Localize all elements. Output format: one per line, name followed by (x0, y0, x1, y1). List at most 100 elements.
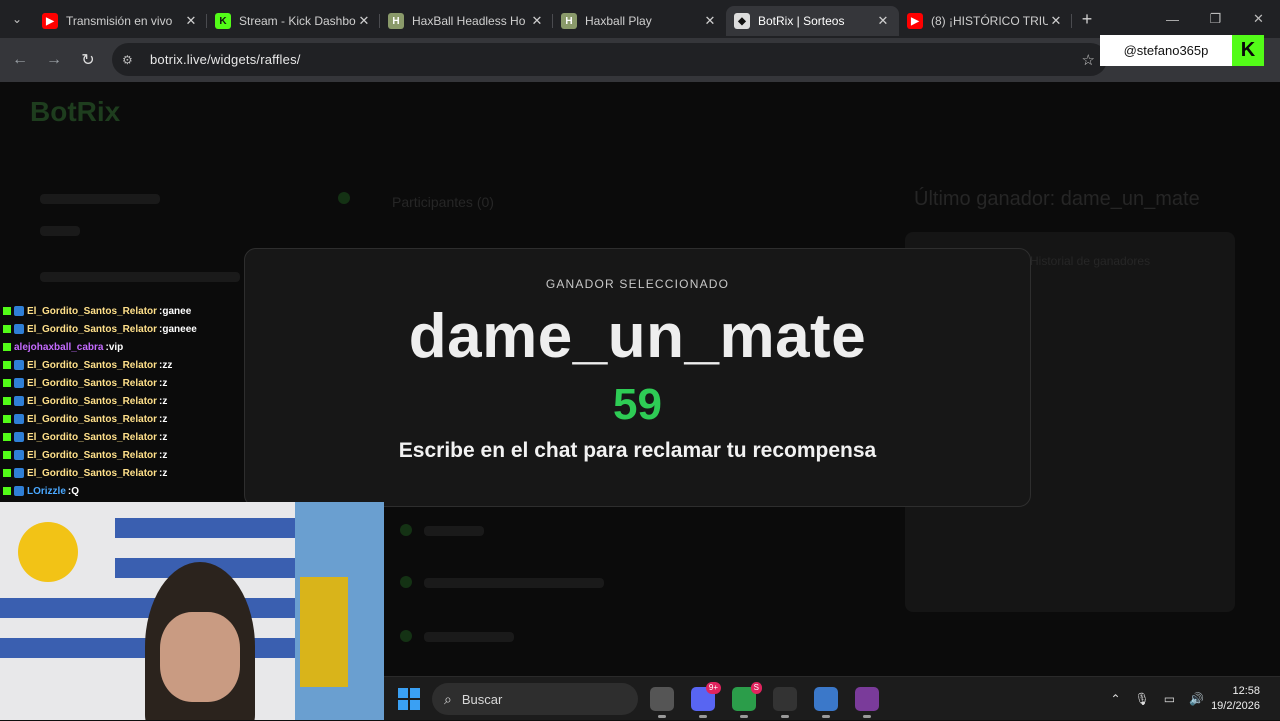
chat-text: ganeee (162, 323, 197, 335)
address-bar[interactable]: ⚙ botrix.live/widgets/raffles/ ☆ (112, 43, 1107, 76)
webcam-feed (0, 502, 384, 720)
bookmark-star-icon[interactable]: ☆ (1082, 51, 1095, 69)
flag-stripe (115, 518, 300, 538)
site-info-icon[interactable]: ⚙ (122, 53, 138, 67)
youtube-icon: ▶ (907, 13, 923, 29)
notepad-icon[interactable] (814, 687, 838, 711)
taskbar-search[interactable]: ⌕ Buscar (432, 683, 638, 715)
microphone-icon[interactable]: 🎙 (1135, 692, 1150, 706)
subscriber-badge-icon (14, 378, 24, 388)
clock[interactable]: 12:58 19/2/2026 (1211, 684, 1260, 714)
subscriber-badge-icon (14, 486, 24, 496)
tab-title: Stream - Kick Dashbo (239, 14, 356, 28)
chat-message: El_Gordito_Santos_Relator: z (0, 410, 260, 428)
subscriber-badge-icon (14, 468, 24, 478)
notification-badge: S (750, 682, 762, 694)
tab-strip: ⌄ ▶ Transmisión en vivo ✕ K Stream - Kick Da… (0, 0, 1280, 38)
chat-username: El_Gordito_Santos_Relator (27, 467, 158, 479)
sun-of-may (18, 522, 78, 582)
claim-instruction: Escribe en el chat para reclamar tu reco… (398, 439, 877, 462)
ghost-line (424, 632, 514, 642)
close-tab-icon[interactable]: ✕ (529, 13, 545, 29)
kick-badge-icon (3, 361, 11, 369)
close-tab-icon[interactable]: ✕ (702, 13, 718, 29)
kick-icon: K (215, 13, 231, 29)
stream-chat-overlay: El_Gordito_Santos_Relator: ganee El_Gordi… (0, 302, 260, 500)
tab-search-button[interactable]: ⌄ (0, 0, 34, 38)
browser-tab[interactable]: H HaxBall Headless Ho ✕ (380, 6, 553, 36)
network-icon[interactable]: ▭ (1164, 692, 1175, 706)
tab-title: (8) ¡HISTÓRICO TRIU (931, 14, 1048, 28)
kick-badge-icon (3, 487, 11, 495)
chat-message: El_Gordito_Santos_Relator: z (0, 464, 260, 482)
chat-message: El_Gordito_Santos_Relator: ganeee (0, 320, 260, 338)
notification-badge: 9+ (705, 682, 721, 694)
close-tab-icon[interactable]: ✕ (875, 13, 891, 29)
discord-icon[interactable]: 9+ (691, 682, 721, 711)
start-button[interactable] (398, 688, 420, 710)
winner-selected-label: GANADOR SELECCIONADO (545, 277, 730, 291)
subscriber-badge-icon (14, 306, 24, 316)
chat-text: z (162, 377, 168, 389)
kick-badge-icon (3, 397, 11, 405)
restore-button[interactable]: ❐ (1194, 0, 1237, 38)
ghost-line (40, 194, 160, 204)
windows-taskbar: ⌕ Buscar 9+ S ⌃ 🎙 ▭ 🔊 12:58 19/2/2026 (384, 676, 1280, 720)
close-tab-icon[interactable]: ✕ (183, 13, 199, 29)
browser-toolbar: ← → ↻ ⚙ botrix.live/widgets/raffles/ ☆ (0, 38, 1280, 82)
back-button[interactable]: ← (3, 51, 37, 69)
kick-badge-icon (3, 325, 11, 333)
clock-date: 19/2/2026 (1211, 700, 1260, 712)
ghost-dot (338, 192, 350, 204)
youtube-icon: ▶ (42, 13, 58, 29)
file-explorer-icon[interactable] (650, 687, 674, 711)
kick-badge-icon (3, 469, 11, 477)
game-icon[interactable] (855, 687, 879, 711)
chat-text: vip (108, 341, 124, 353)
kick-badge-icon (3, 343, 11, 351)
subscriber-badge-icon (14, 396, 24, 406)
obs-icon[interactable] (773, 687, 797, 711)
forward-button[interactable]: → (37, 51, 71, 69)
search-placeholder: Buscar (461, 691, 503, 707)
close-window-button[interactable]: ✕ (1237, 0, 1280, 38)
chat-username: El_Gordito_Santos_Relator (27, 359, 158, 371)
browser-tab[interactable]: ▶ Transmisión en vivo ✕ (34, 6, 207, 36)
chat-message: El_Gordito_Santos_Relator: zz (0, 356, 260, 374)
chat-username: El_Gordito_Santos_Relator (27, 449, 158, 461)
kick-badge-icon (3, 307, 11, 315)
chat-text: z (162, 395, 168, 407)
chat-text: z (162, 449, 168, 461)
ghost-dot (400, 576, 412, 588)
chat-message: El_Gordito_Santos_Relator: z (0, 446, 260, 464)
kick-logo-icon: K (1232, 35, 1264, 66)
kick-badge-icon (3, 433, 11, 441)
app-running-indicator (863, 715, 871, 718)
browser-tab[interactable]: ◆ BotRix | Sorteos ✕ (726, 6, 899, 36)
chat-message: El_Gordito_Santos_Relator: z (0, 392, 260, 410)
reload-button[interactable]: ↻ (71, 50, 105, 70)
minimize-button[interactable]: — (1151, 0, 1194, 38)
chrome-icon[interactable]: S (732, 682, 762, 711)
chat-username: alejohaxball_cabra (14, 341, 104, 353)
chat-text: z (162, 467, 168, 479)
show-hidden-icons-button[interactable]: ⌃ (1110, 692, 1120, 706)
browser-tab[interactable]: K Stream - Kick Dashbo ✕ (207, 6, 380, 36)
botrix-icon: ◆ (734, 13, 750, 29)
chat-text: zz (162, 359, 173, 371)
chat-message: El_Gordito_Santos_Relator: z (0, 428, 260, 446)
browser-tab[interactable]: ▶ (8) ¡HISTÓRICO TRIU ✕ (899, 6, 1072, 36)
close-tab-icon[interactable]: ✕ (356, 13, 372, 29)
kick-badge-icon (3, 379, 11, 387)
winners-history-label: Historial de ganadores (1030, 254, 1151, 268)
browser-tab[interactable]: H Haxball Play ✕ (553, 6, 726, 36)
system-tray: ⌃ 🎙 ▭ 🔊 12:58 19/2/2026 (1103, 677, 1280, 721)
new-tab-button[interactable]: + (1072, 9, 1102, 30)
kick-badge-icon (3, 415, 11, 423)
volume-icon[interactable]: 🔊 (1189, 692, 1204, 706)
ghost-dot (400, 630, 412, 642)
team-pennant (300, 577, 348, 687)
chat-message: El_Gordito_Santos_Relator: z (0, 374, 260, 392)
close-tab-icon[interactable]: ✕ (1048, 13, 1064, 29)
ghost-line (40, 272, 240, 282)
